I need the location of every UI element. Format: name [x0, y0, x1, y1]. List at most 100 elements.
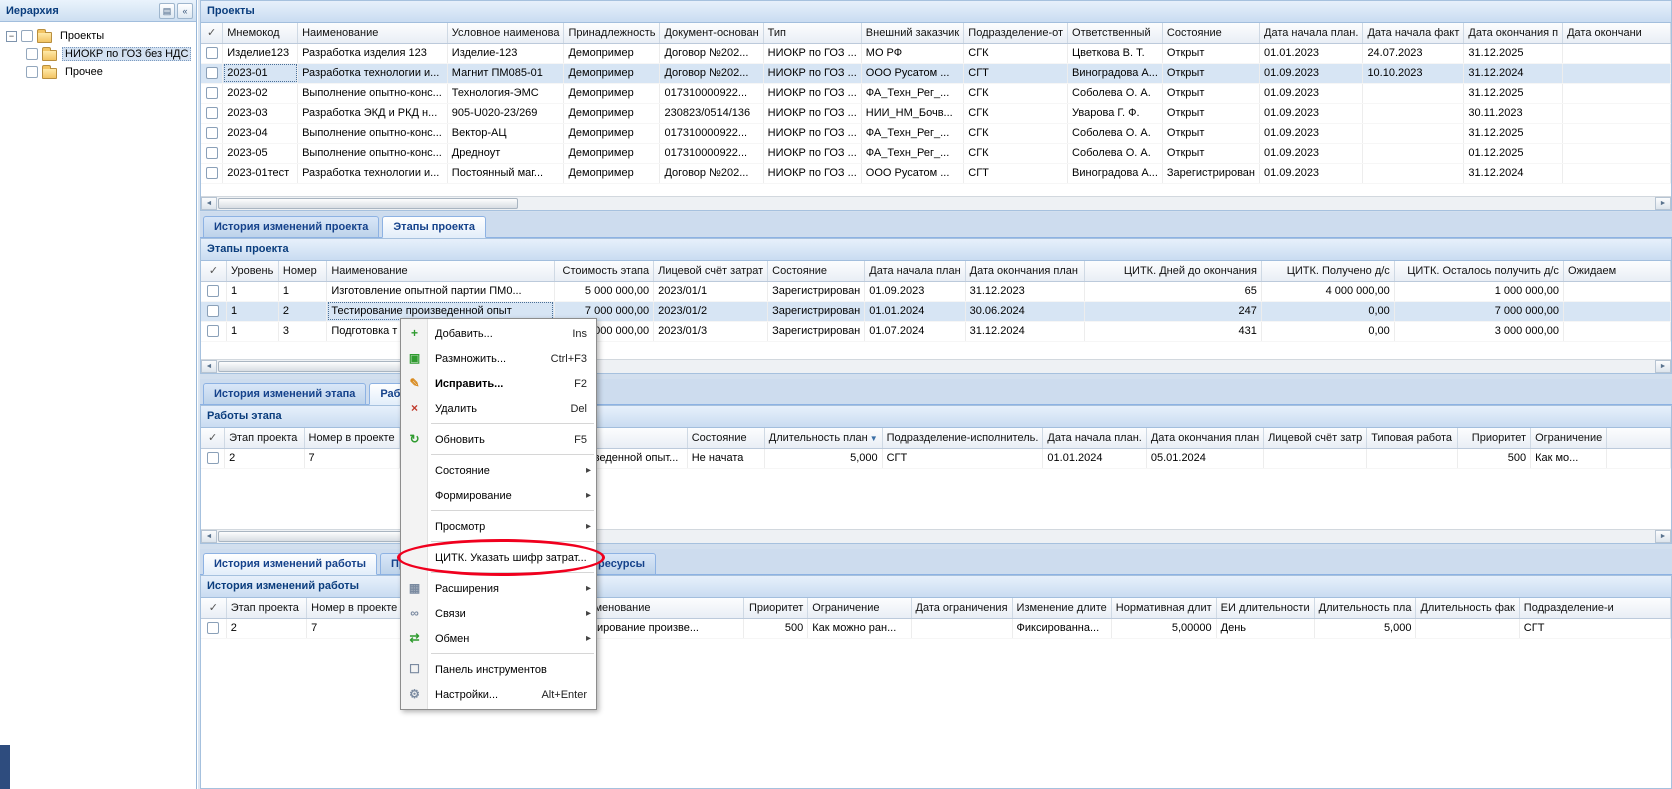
- scroll-left-icon[interactable]: ◄: [201, 197, 217, 210]
- cell[interactable]: 65: [1085, 281, 1262, 301]
- cell[interactable]: Открыт: [1162, 103, 1259, 123]
- column-header[interactable]: Лицевой счёт затрат: [654, 261, 768, 281]
- cell[interactable]: Как можно ран...: [808, 618, 911, 638]
- cell[interactable]: 017310000922...: [660, 143, 763, 163]
- scroll-right-icon[interactable]: ►: [1655, 530, 1671, 543]
- cell[interactable]: 10.10.2023: [1363, 63, 1464, 83]
- cell[interactable]: [1563, 83, 1671, 103]
- table-row[interactable]: 2023-01тестРазработка технологии и...Пос…: [201, 163, 1671, 183]
- cell[interactable]: [1264, 448, 1367, 468]
- cell[interactable]: 4 000 000,00: [1261, 281, 1394, 301]
- menu-item[interactable]: ∞Связи▸: [401, 601, 596, 626]
- menu-item[interactable]: ×УдалитьDel: [401, 396, 596, 421]
- tree-node-other[interactable]: Прочее: [2, 63, 194, 81]
- cell[interactable]: Договор №202...: [660, 163, 763, 183]
- column-header[interactable]: Ограничение: [808, 598, 911, 618]
- cell[interactable]: 7 000 000,00: [1394, 301, 1563, 321]
- scroll-right-icon[interactable]: ►: [1655, 360, 1671, 373]
- cell[interactable]: Выполнение опытно-конс...: [298, 83, 448, 103]
- cell[interactable]: 5,000: [764, 448, 882, 468]
- cell[interactable]: Постоянный маг...: [447, 163, 564, 183]
- tree-node-label[interactable]: НИОКР по ГОЗ без НДС: [62, 47, 191, 61]
- column-header[interactable]: [1607, 428, 1671, 448]
- cell[interactable]: 31.12.2025: [1464, 43, 1563, 63]
- cell[interactable]: СГК: [964, 143, 1068, 163]
- scroll-left-icon[interactable]: ◄: [201, 530, 217, 543]
- menu-item[interactable]: +Добавить...Ins: [401, 321, 596, 346]
- cell[interactable]: 0,00: [1261, 321, 1394, 341]
- cell[interactable]: 31.12.2023: [965, 281, 1085, 301]
- cell[interactable]: НИОКР по ГОЗ ...: [763, 143, 861, 163]
- row-checkbox[interactable]: [206, 167, 218, 179]
- cell[interactable]: Не начата: [687, 448, 764, 468]
- cell[interactable]: 1: [226, 301, 278, 321]
- cell[interactable]: МО РФ: [861, 43, 964, 63]
- cell[interactable]: 24.07.2023: [1363, 43, 1464, 63]
- menu-item[interactable]: ЦИТК. Указать шифр затрат...: [401, 545, 596, 570]
- column-header[interactable]: Длительность пла: [1314, 598, 1416, 618]
- column-header[interactable]: Принадлежность: [564, 23, 660, 43]
- scroll-left-icon[interactable]: ◄: [201, 360, 217, 373]
- menu-item[interactable]: Формирование▸: [401, 483, 596, 508]
- row-checkbox[interactable]: [206, 107, 218, 119]
- cell[interactable]: Демопример: [564, 123, 660, 143]
- cell[interactable]: 31.12.2024: [965, 321, 1085, 341]
- cell[interactable]: 2023/01/3: [654, 321, 768, 341]
- cell[interactable]: Выполнение опытно-конс...: [298, 143, 448, 163]
- cell[interactable]: День: [1216, 618, 1314, 638]
- cell[interactable]: 5,000: [1314, 618, 1416, 638]
- cell[interactable]: [1363, 163, 1464, 183]
- cell[interactable]: [1563, 163, 1671, 183]
- cell[interactable]: 2023/01/2: [654, 301, 768, 321]
- horizontal-scrollbar[interactable]: ◄ ►: [201, 196, 1671, 210]
- table-row[interactable]: 2023-02Выполнение опытно-конс...Технолог…: [201, 83, 1671, 103]
- journal-view-icon[interactable]: ▤: [159, 3, 175, 19]
- cell[interactable]: НИИ_НМ_Бочв...: [861, 103, 964, 123]
- cell[interactable]: Изделие123: [223, 43, 298, 63]
- cell[interactable]: 01.09.2023: [1260, 63, 1363, 83]
- cell[interactable]: 05.01.2024: [1146, 448, 1263, 468]
- tree-node-label[interactable]: Прочее: [62, 65, 106, 79]
- cell[interactable]: СГТ: [964, 63, 1068, 83]
- cell[interactable]: Демопример: [564, 143, 660, 163]
- cell[interactable]: Демопример: [564, 83, 660, 103]
- cell[interactable]: Демопример: [564, 163, 660, 183]
- cell[interactable]: Виноградова А...: [1068, 63, 1163, 83]
- cell[interactable]: 247: [1085, 301, 1262, 321]
- cell[interactable]: 01.09.2023: [1260, 163, 1363, 183]
- cell[interactable]: Открыт: [1162, 83, 1259, 103]
- cell[interactable]: 500: [1458, 448, 1531, 468]
- cell[interactable]: НИОКР по ГОЗ ...: [763, 163, 861, 183]
- table-row[interactable]: 11Изготовление опытной партии ПМ0...5 00…: [201, 281, 1671, 301]
- tree-node-projects[interactable]: − Проекты: [2, 27, 194, 45]
- cell[interactable]: Изделие-123: [447, 43, 564, 63]
- column-header[interactable]: Приоритет: [743, 598, 808, 618]
- tab[interactable]: История изменений этапа: [203, 383, 366, 405]
- cell[interactable]: Демопример: [564, 43, 660, 63]
- column-header[interactable]: Подразделение-от: [964, 23, 1068, 43]
- table-row[interactable]: 2023-01Разработка технологии и...Магнит …: [201, 63, 1671, 83]
- cell[interactable]: 01.09.2023: [865, 281, 965, 301]
- column-header[interactable]: Номер: [278, 261, 326, 281]
- cell[interactable]: 01.09.2023: [1260, 83, 1363, 103]
- tree-node-label[interactable]: Проекты: [57, 29, 107, 43]
- cell[interactable]: Магнит ПМ085-01: [447, 63, 564, 83]
- cell[interactable]: Соболева О. А.: [1068, 143, 1163, 163]
- column-header[interactable]: Дата ограничения: [911, 598, 1012, 618]
- cell[interactable]: Как мо...: [1531, 448, 1607, 468]
- menu-item[interactable]: Просмотр▸: [401, 514, 596, 539]
- cell[interactable]: 2023-04: [223, 123, 298, 143]
- column-header[interactable]: Дата начала план: [865, 261, 965, 281]
- tab[interactable]: Этапы проекта: [382, 216, 486, 238]
- scroll-right-icon[interactable]: ►: [1655, 197, 1671, 210]
- collapse-panel-icon[interactable]: «: [177, 3, 193, 19]
- cell[interactable]: Вектор-АЦ: [447, 123, 564, 143]
- row-checkbox[interactable]: [207, 622, 219, 634]
- cell[interactable]: [1363, 123, 1464, 143]
- tree-checkbox[interactable]: [26, 66, 38, 78]
- cell[interactable]: СГК: [964, 123, 1068, 143]
- cell[interactable]: 431: [1085, 321, 1262, 341]
- column-header[interactable]: Номер в проекте: [304, 428, 399, 448]
- cell[interactable]: 1: [226, 321, 278, 341]
- tree-checkbox[interactable]: [21, 30, 33, 42]
